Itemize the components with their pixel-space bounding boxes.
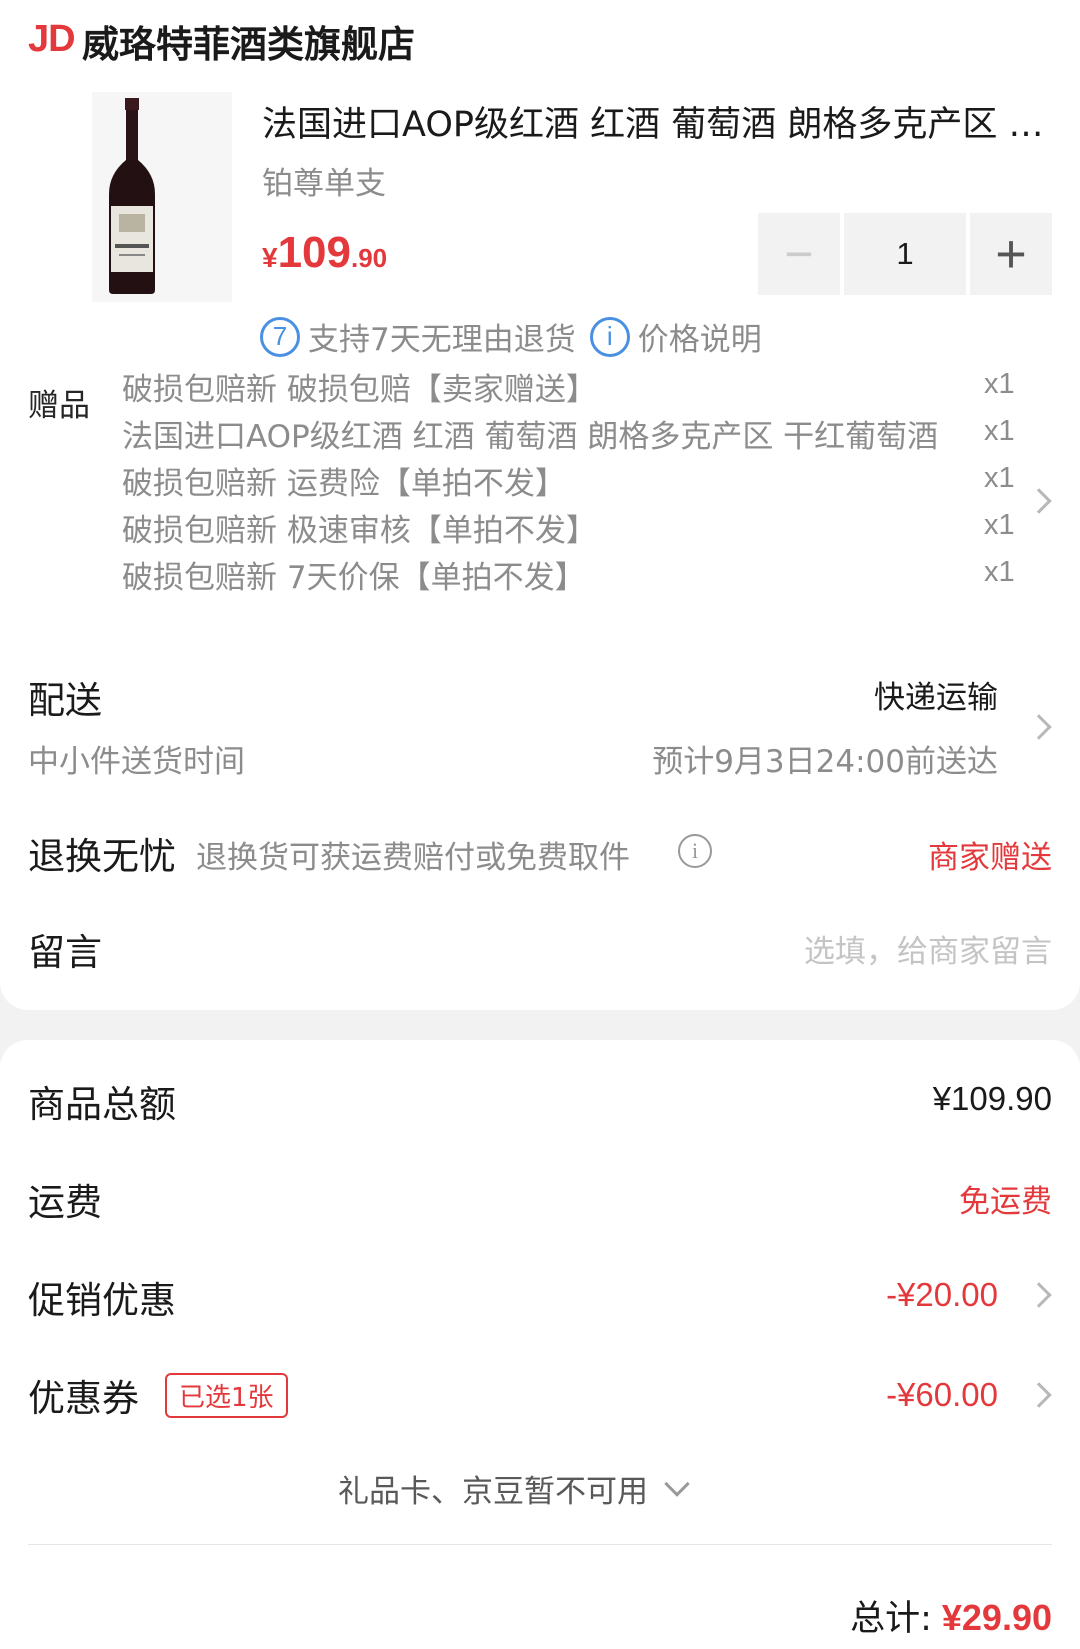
wine-bottle-icon: [109, 98, 155, 294]
gift-item: 破损包赔新 7天价保【单拍不发】: [122, 560, 586, 596]
product-spec[interactable]: 铂尊单支: [262, 158, 386, 203]
message-input[interactable]: 选填，给商家留言: [804, 926, 1052, 971]
delivery-time-label: 中小件送货时间: [28, 744, 245, 780]
product-title[interactable]: 法国进口AOP级红酒 红酒 葡萄酒 朗格多克产区 干红葡萄酒 铂尊单支: [262, 96, 1052, 147]
shop-name[interactable]: 威珞特菲酒类旗舰店: [82, 14, 415, 68]
quantity-input[interactable]: 1: [844, 213, 966, 295]
coupon-label: 优惠券: [28, 1377, 139, 1420]
gift-item: 破损包赔新 破损包赔【卖家赠送】: [122, 372, 597, 408]
promo-value[interactable]: -¥20.00: [886, 1276, 998, 1314]
price-symbol: ¥: [262, 242, 278, 273]
seven-day-return-icon: 7: [260, 316, 300, 357]
quantity-stepper: − 1 +: [758, 213, 1052, 295]
promo-label: 促销优惠: [28, 1279, 176, 1322]
message-title: 留言: [28, 931, 102, 974]
returns-title: 退换无忧: [28, 835, 176, 878]
increase-button[interactable]: +: [970, 213, 1052, 295]
total-value: ¥29.90: [941, 1597, 1052, 1638]
price-integer: 109: [277, 228, 351, 277]
returns-info-icon[interactable]: i: [678, 834, 712, 868]
total-label: 总计:: [850, 1599, 932, 1639]
delivery-title: 配送: [28, 679, 102, 722]
gift-qty: x1: [984, 556, 1015, 588]
product-image[interactable]: [92, 92, 232, 302]
unavailable-label: 礼品卡、京豆暂不可用: [338, 1474, 648, 1510]
coupon-value[interactable]: -¥60.00: [886, 1376, 998, 1414]
unavailable-toggle[interactable]: 礼品卡、京豆暂不可用: [338, 1466, 690, 1511]
seven-day-return-label[interactable]: 支持7天无理由退货: [308, 314, 576, 359]
shipping-value: 免运费: [959, 1184, 1052, 1220]
delivery-eta[interactable]: 预计9月3日24:00前送达: [652, 736, 998, 781]
gift-item: 法国进口AOP级红酒 红酒 葡萄酒 朗格多克产区 干红葡萄酒: [122, 419, 939, 455]
goods-total-value: ¥109.90: [932, 1080, 1052, 1117]
gift-item: 破损包赔新 极速审核【单拍不发】: [122, 513, 597, 549]
gift-qty: x1: [984, 415, 1015, 447]
gift-item: 破损包赔新 运费险【单拍不发】: [122, 466, 566, 502]
gift-qty: x1: [984, 462, 1015, 494]
summary-card: [0, 1040, 1080, 1649]
gifts-label: 赠品: [28, 388, 90, 424]
price-explain-link[interactable]: 价格说明: [638, 314, 762, 359]
goods-total-label: 商品总额: [28, 1083, 176, 1126]
order-total: 总计: ¥29.90: [850, 1590, 1052, 1641]
price-decimal: .90: [351, 243, 388, 273]
coupon-selected-badge: 已选1张: [165, 1373, 288, 1418]
gift-qty: x1: [984, 509, 1015, 541]
returns-value[interactable]: 商家赠送: [928, 832, 1052, 877]
shipping-label: 运费: [28, 1181, 102, 1224]
delivery-method[interactable]: 快递运输: [874, 672, 998, 717]
decrease-button[interactable]: −: [758, 213, 840, 295]
product-price: ¥109.90: [262, 228, 387, 278]
chevron-down-icon: [664, 1470, 690, 1497]
returns-desc: 退换货可获运费赔付或免费取件: [196, 840, 630, 876]
gift-qty: x1: [984, 368, 1015, 400]
jd-logo: JD: [28, 18, 76, 60]
divider: [28, 1544, 1052, 1545]
info-icon: i: [589, 316, 630, 357]
service-tags: 7 支持7天无理由退货 i 价格说明: [260, 314, 762, 359]
